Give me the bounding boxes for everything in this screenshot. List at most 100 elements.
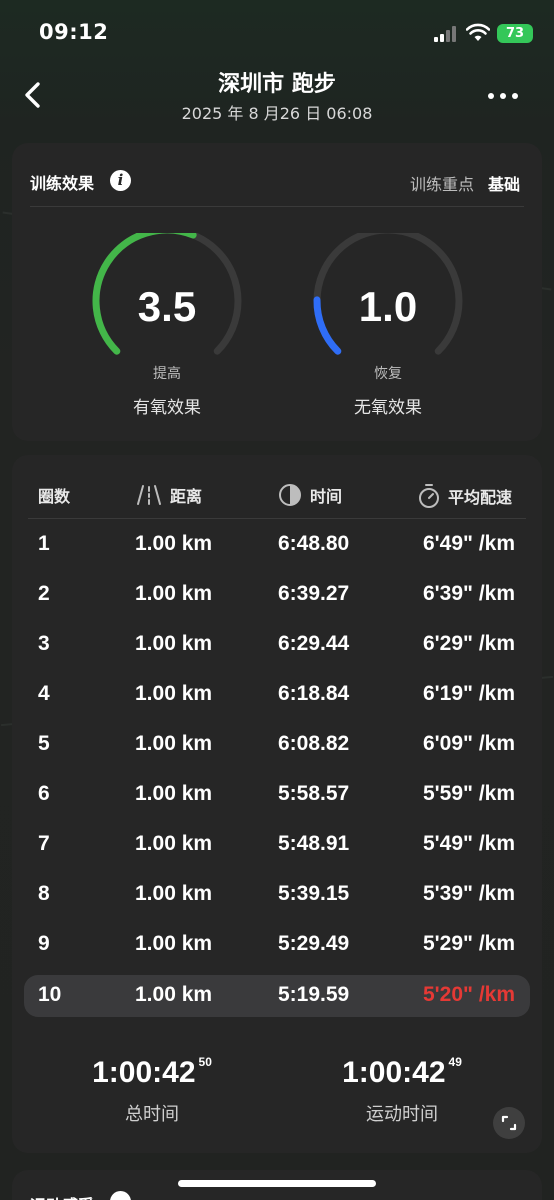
clock-icon [279, 484, 301, 506]
lap-time: 5:39.15 [278, 882, 350, 905]
col-header-lap: 圈数 [38, 483, 70, 507]
total-time-label: 总时间 [125, 1104, 179, 1125]
moving-time-fraction: 49 [448, 1055, 462, 1069]
aerobic-effect-value: 3.5 [137, 283, 197, 330]
lap-pace: 5'39" /km [423, 882, 516, 905]
lap-number: 1 [38, 532, 50, 555]
total-time-fraction: 50 [198, 1055, 212, 1069]
lap-pace: 6'39" /km [423, 582, 516, 605]
lap-time: 6:18.84 [278, 682, 350, 705]
activity-header: 深圳市 跑步 2025 年 8 月26 日 06:08 [0, 60, 554, 130]
lap-number: 9 [38, 932, 50, 955]
col-header-pace: 平均配速 [418, 483, 512, 509]
lap-row: 4 1.00 km 6:18.84 6'19" /km [12, 674, 542, 716]
lap-distance: 1.00 km [135, 732, 213, 755]
anaerobic-effect-status: 恢复 [374, 366, 402, 382]
lap-pace: 6'19" /km [423, 682, 516, 705]
lap-pace: 5'59" /km [423, 782, 516, 805]
training-focus-label: 训练重点 [410, 175, 475, 194]
lap-row: 1 1.00 km 6:48.80 6'49" /km [12, 524, 542, 566]
activity-datetime: 2025 年 8 月26 日 06:08 [181, 104, 373, 123]
pace-header-label: 平均配速 [448, 488, 513, 507]
lap-row: 8 1.00 km 5:39.15 5'39" /km [12, 874, 542, 916]
lap-distance: 1.00 km [135, 532, 213, 555]
lap-distance: 1.00 km [135, 582, 213, 605]
lap-pace-fastest: 5'20" /km [423, 983, 516, 1006]
lap-pace: 6'29" /km [423, 632, 516, 655]
road-icon [137, 485, 161, 505]
lap-header-label: 圈数 [38, 487, 71, 506]
status-time: 09:12 [39, 20, 109, 44]
page-title: 深圳市 跑步 [218, 72, 336, 97]
lap-time: 5:48.91 [278, 832, 350, 855]
lap-number: 6 [38, 782, 50, 805]
moving-time-value: 1:00:42 49 [277, 1055, 527, 1090]
laps-card: 圈数 距离 时间 平均配速 1 1.00 km 6:48.80 6'49" /k… [12, 455, 542, 1153]
lap-time: 5:29.49 [278, 932, 350, 955]
lap-time: 6:48.80 [278, 532, 350, 555]
lap-time: 6:08.82 [278, 732, 350, 755]
lap-row: 9 1.00 km 5:29.49 5'29" /km [12, 924, 542, 966]
total-time-value: 1:00:42 50 [27, 1055, 277, 1090]
lap-row: 7 1.00 km 5:48.91 5'49" /km [12, 824, 542, 866]
lap-number: 4 [38, 682, 50, 705]
col-header-time: 时间 [278, 483, 342, 507]
anaerobic-effect-value: 1.0 [358, 283, 418, 330]
lap-distance: 1.00 km [135, 932, 213, 955]
training-effect-card: 训练效果 i 训练重点 基础 3.5 提高 有氧效果 1.0 恢复 无氧效果 [12, 143, 542, 441]
lap-number: 10 [38, 983, 62, 1006]
lap-distance: 1.00 km [135, 983, 213, 1006]
lap-number: 5 [38, 732, 50, 755]
status-bar: 09:12 73 [0, 0, 554, 60]
anaerobic-effect-label: 无氧效果 [354, 398, 422, 418]
lap-pace: 5'49" /km [423, 832, 516, 855]
lap-number: 7 [38, 832, 50, 855]
moving-time: 1:00:42 49 运动时间 [277, 1055, 527, 1126]
expand-button[interactable] [493, 1107, 525, 1139]
lap-pace: 6'09" /km [423, 732, 516, 755]
lap-pace: 5'29" /km [423, 932, 516, 955]
lap-row: 2 1.00 km 6:39.27 6'39" /km [12, 574, 542, 616]
lap-distance: 1.00 km [135, 632, 213, 655]
col-header-distance: 距离 [136, 483, 202, 507]
info-icon[interactable]: i [110, 170, 131, 191]
divider [28, 518, 526, 519]
time-header-label: 时间 [310, 487, 343, 506]
aerobic-effect-status: 提高 [153, 366, 181, 382]
total-time: 1:00:42 50 总时间 [27, 1055, 277, 1126]
lap-distance: 1.00 km [135, 832, 213, 855]
lap-number: 3 [38, 632, 50, 655]
moving-time-label: 运动时间 [366, 1104, 438, 1125]
lap-number: 8 [38, 882, 50, 905]
divider [30, 206, 524, 207]
distance-header-label: 距离 [170, 487, 203, 506]
wifi-icon [466, 23, 490, 41]
battery-indicator: 73 [497, 24, 533, 43]
lap-distance: 1.00 km [135, 882, 213, 905]
moving-time-main: 1:00:42 [342, 1056, 446, 1089]
aerobic-effect-gauge: 3.5 提高 有氧效果 [87, 233, 247, 423]
cellular-signal-icon [434, 26, 460, 42]
stopwatch-icon [419, 484, 439, 508]
lap-row: 6 1.00 km 5:58.57 5'59" /km [12, 774, 542, 816]
aerobic-effect-label: 有氧效果 [133, 398, 201, 418]
total-time-main: 1:00:42 [92, 1056, 196, 1089]
training-focus-value: 基础 [488, 175, 521, 194]
lap-time: 6:39.27 [278, 582, 350, 605]
training-effect-title: 训练效果 [30, 174, 95, 193]
lap-distance: 1.00 km [135, 682, 213, 705]
lap-distance: 1.00 km [135, 782, 213, 805]
home-indicator[interactable] [178, 1180, 376, 1187]
lap-time: 5:19.59 [278, 983, 350, 1006]
lap-number: 2 [38, 582, 50, 605]
lap-row: 3 1.00 km 6:29.44 6'29" /km [12, 624, 542, 666]
lap-row-fastest[interactable]: 10 1.00 km 5:19.59 5'20" /km [24, 975, 530, 1017]
lap-time: 5:58.57 [278, 782, 350, 805]
anaerobic-effect-gauge: 1.0 恢复 无氧效果 [308, 233, 468, 423]
lap-time: 6:29.44 [278, 632, 350, 655]
lap-row: 5 1.00 km 6:08.82 6'09" /km [12, 724, 542, 766]
more-options-button[interactable] [488, 93, 520, 101]
lap-pace: 6'49" /km [423, 532, 516, 555]
exercise-feeling-title: 运动感受 [30, 1192, 94, 1200]
info-icon[interactable] [110, 1191, 131, 1200]
